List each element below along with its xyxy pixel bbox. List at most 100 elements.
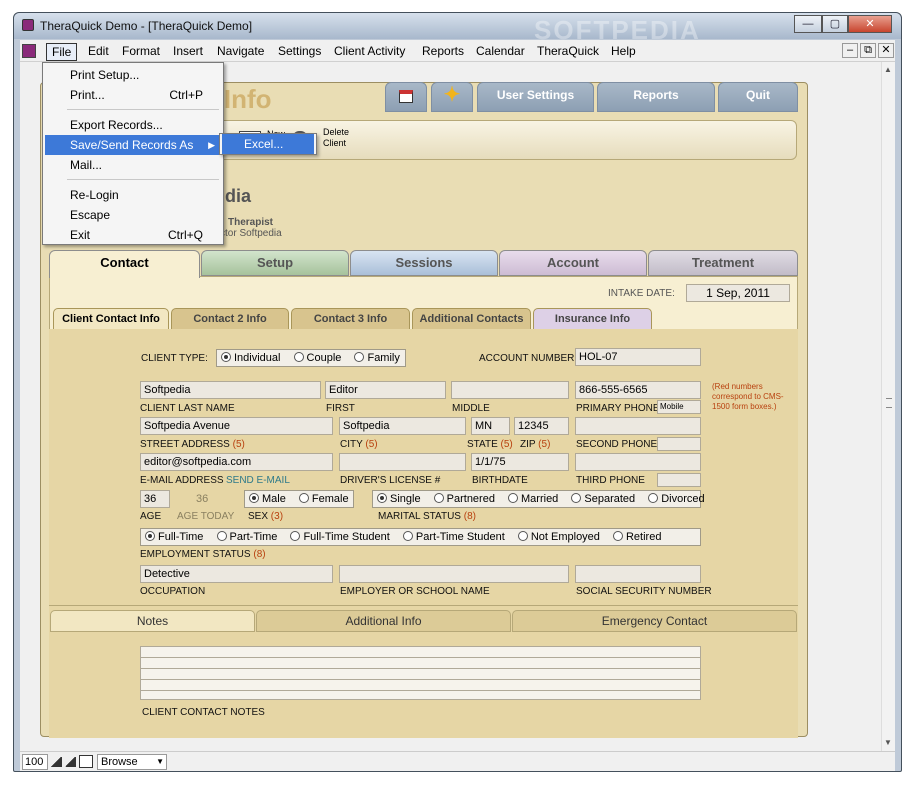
street-address-field[interactable]: Softpedia Avenue [140,417,333,435]
employment-full-time[interactable]: Full-Time [145,531,203,543]
third-phone-type[interactable] [657,473,701,487]
menu-item-print-setup[interactable]: Print Setup... [45,65,221,85]
menu-item-excel[interactable]: Excel... [222,134,314,154]
ssn-field[interactable] [575,565,701,583]
subtab-additional-contacts[interactable]: Additional Contacts [412,308,531,330]
first-name-field[interactable]: Editor [325,381,446,399]
child-close-button[interactable]: ✕ [878,43,894,58]
tab-sessions[interactable]: Sessions [350,250,498,276]
subtab-contact-2-info[interactable]: Contact 2 Info [171,308,289,330]
occupation-field[interactable]: Detective [140,565,333,583]
star-button[interactable]: ✦ [431,82,473,112]
tab-treatment[interactable]: Treatment [648,250,798,276]
menu-item-label: Print... [70,88,105,102]
state-field[interactable]: MN [471,417,510,435]
tab-contact[interactable]: Contact [49,250,200,278]
scroll-down-icon[interactable]: ▼ [884,738,892,747]
doc-icon[interactable] [22,44,36,58]
email-field[interactable]: editor@softpedia.com [140,453,333,471]
tab-quit[interactable]: Quit [718,82,798,112]
marital-married[interactable]: Married [508,493,558,505]
primary-phone-type[interactable]: Mobile [657,400,701,414]
menu-item-exit[interactable]: Exit Ctrl+Q [45,225,221,245]
zoom-field[interactable]: 100 [22,754,48,770]
child-minimize-button[interactable]: – [842,43,858,58]
menu-item-print[interactable]: Print... Ctrl+P [45,85,221,105]
option-label: Separated [584,493,636,505]
menu-item-export-records[interactable]: Export Records... [45,115,221,135]
menu-item-re-login[interactable]: Re-Login [45,185,221,205]
middle-name-label: MIDDLE [452,403,490,414]
scroll-up-icon[interactable]: ▲ [884,65,892,74]
mode-select[interactable]: Browse ▼ [97,754,167,770]
tab-notes[interactable]: Notes [50,610,255,632]
client-type-individual[interactable]: Individual [221,352,280,364]
tab-setup[interactable]: Setup [201,250,349,276]
primary-phone-field[interactable]: 866-555-6565 [575,381,701,399]
marital-partnered[interactable]: Partnered [433,493,495,505]
tab-reports[interactable]: Reports [597,82,715,112]
city-field[interactable]: Softpedia [339,417,466,435]
marital-single[interactable]: Single [377,493,421,505]
tab-user-settings[interactable]: User Settings [477,82,594,112]
scroll-grip-icon[interactable] [886,398,892,408]
client-type-couple[interactable]: Couple [293,352,341,364]
sex-female[interactable]: Female [298,493,349,505]
menu-help[interactable]: Help [606,43,641,59]
menu-client-activity[interactable]: Client Activity [329,43,410,59]
employment-part-time-student[interactable]: Part-Time Student [402,531,505,543]
menu-item-mail[interactable]: Mail... [45,155,221,175]
menu-edit[interactable]: Edit [83,43,114,59]
sex-male[interactable]: Male [249,493,286,505]
tab-emergency-contact[interactable]: Emergency Contact [512,610,797,632]
menu-navigate[interactable]: Navigate [212,43,269,59]
marital-separated[interactable]: Separated [571,493,635,505]
send-email-link[interactable]: SEND E-MAIL [226,475,290,486]
tab-additional-info[interactable]: Additional Info [256,610,511,632]
zoom-out-icon[interactable] [50,757,62,767]
child-restore-button[interactable]: ⧉ [860,43,876,58]
subtab-contact-3-info[interactable]: Contact 3 Info [291,308,410,330]
third-phone-field[interactable] [575,453,701,471]
vertical-scrollbar[interactable]: ▲ ▼ [881,62,895,751]
middle-name-field[interactable] [451,381,569,399]
client-notes-field[interactable] [140,646,701,700]
menu-settings[interactable]: Settings [273,43,326,59]
minimize-button[interactable]: — [794,15,822,33]
zoom-in-icon[interactable] [64,757,76,767]
marital-divorced[interactable]: Divorced [648,493,705,505]
close-button[interactable]: ✕ [848,15,892,33]
menu-theraquick[interactable]: TheraQuick [532,43,604,59]
employment-not-employed[interactable]: Not Employed [517,531,600,543]
last-name-field[interactable]: Softpedia [140,381,321,399]
employer-field[interactable] [339,565,569,583]
birthdate-field[interactable]: 1/1/75 [471,453,569,471]
employment-full-time-student[interactable]: Full-Time Student [290,531,390,543]
employment-retired[interactable]: Retired [612,531,661,543]
intake-date-field[interactable]: 1 Sep, 2011 [686,284,790,302]
calendar-button[interactable] [385,82,427,112]
status-toggle-icon[interactable] [79,755,93,768]
second-phone-type[interactable] [657,437,701,451]
second-phone-field[interactable] [575,417,701,435]
age-field[interactable]: 36 [140,490,170,508]
subtab-insurance-info[interactable]: Insurance Info [533,308,652,330]
menu-file[interactable]: File [46,43,78,61]
subtab-client-contact-info[interactable]: Client Contact Info [53,308,169,330]
marital-status-group: Single Partnered Married Separated Divor… [372,490,705,508]
menu-reports[interactable]: Reports [417,43,469,59]
maximize-button[interactable]: ▢ [822,15,848,33]
tab-account[interactable]: Account [499,250,647,276]
employment-status-label: EMPLOYMENT STATUS (8) [140,549,266,560]
employment-part-time[interactable]: Part-Time [216,531,277,543]
menu-insert[interactable]: Insert [168,43,208,59]
menu-format[interactable]: Format [117,43,165,59]
menu-item-label: Exit [70,228,91,242]
menu-calendar[interactable]: Calendar [471,43,530,59]
drivers-license-field[interactable] [339,453,466,471]
client-type-family[interactable]: Family [354,352,400,364]
menu-item-escape[interactable]: Escape [45,205,221,225]
account-number-field[interactable]: HOL-07 [575,348,701,366]
zip-field[interactable]: 12345 [514,417,569,435]
menu-item-save-send-records[interactable]: Save/Send Records As ▶ [45,135,221,155]
